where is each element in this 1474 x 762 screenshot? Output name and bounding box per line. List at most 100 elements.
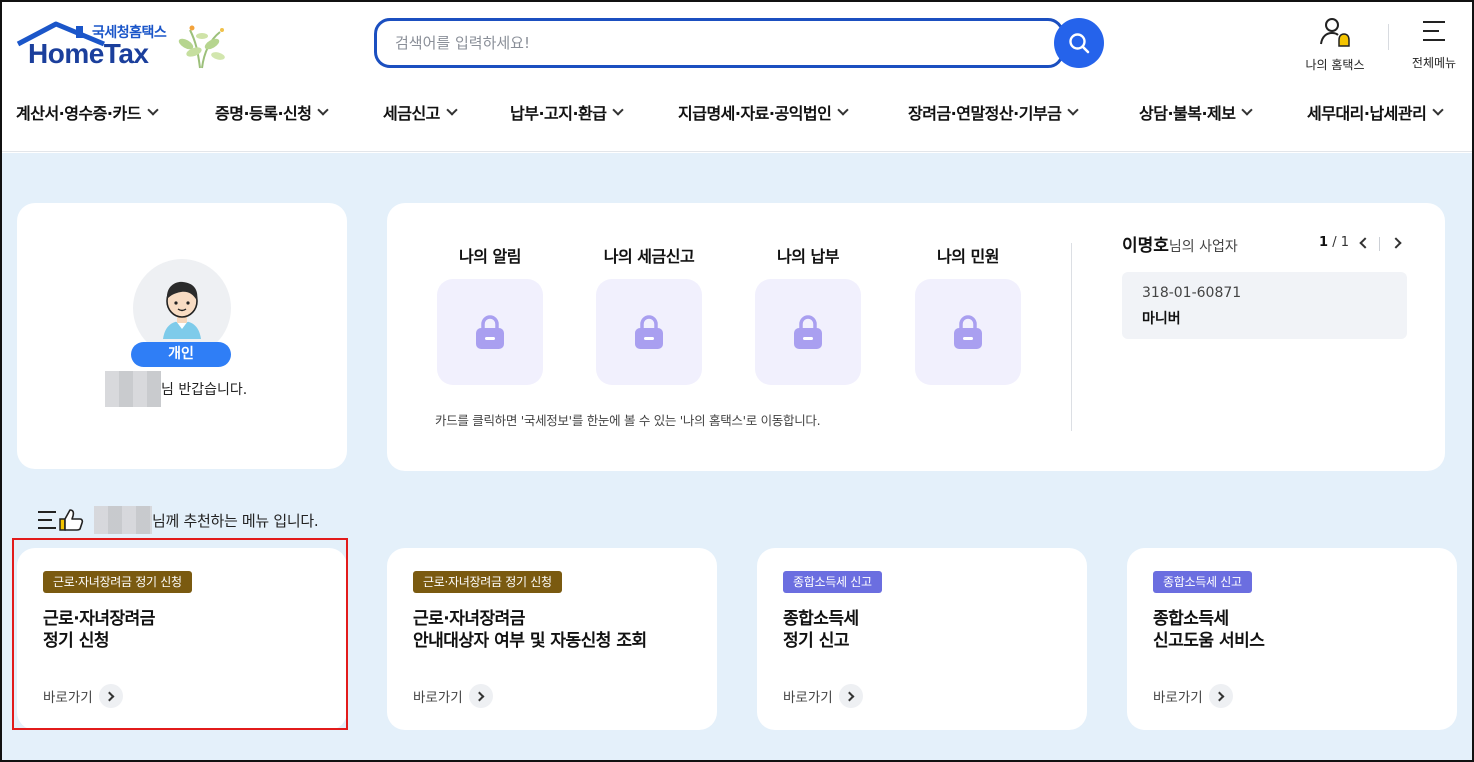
status-box[interactable] bbox=[915, 279, 1021, 385]
main-content: 개인 님 반갑습니다. 나의 알림 나의 세금신고 나의 납부 나의 민원 카드… bbox=[2, 153, 1472, 760]
plant-decoration-icon bbox=[178, 25, 225, 69]
prev-page-button[interactable] bbox=[1353, 233, 1373, 253]
chevron-right-icon bbox=[98, 684, 123, 708]
recommend-heading: 님께 추천하는 메뉴 입니다. bbox=[36, 505, 319, 535]
shortcut-link[interactable]: 바로가기 bbox=[43, 684, 123, 708]
recommend-tag: 근로·자녀장려금 정기 신청 bbox=[413, 571, 562, 593]
all-menu-button[interactable]: 전체메뉴 bbox=[1404, 16, 1464, 71]
shortcut-link[interactable]: 바로가기 bbox=[1153, 684, 1233, 708]
search-icon bbox=[1069, 33, 1090, 54]
nav-label: 상담·불복·제보 bbox=[1139, 104, 1236, 123]
lock-icon bbox=[635, 315, 663, 349]
status-title: 나의 납부 bbox=[777, 247, 839, 266]
recommend-tag: 종합소득세 신고 bbox=[1153, 571, 1252, 593]
hamburger-menu-icon bbox=[1423, 21, 1445, 41]
shortcut-label: 바로가기 bbox=[43, 690, 93, 706]
chevron-right-icon bbox=[838, 684, 863, 708]
shortcut-label: 바로가기 bbox=[413, 690, 463, 706]
profile-card: 개인 님 반갑습니다. bbox=[17, 203, 347, 469]
chevron-down-icon bbox=[446, 104, 458, 116]
business-pagination: 1 / 1 bbox=[1319, 235, 1349, 250]
shortcut-link[interactable]: 바로가기 bbox=[413, 684, 493, 708]
pagination-divider bbox=[1379, 237, 1380, 251]
my-hometax-button[interactable]: 나의 홈택스 bbox=[1300, 16, 1370, 73]
nav-item-payment-refund[interactable]: 납부·고지·환급 bbox=[510, 100, 625, 124]
chevron-down-icon bbox=[612, 104, 625, 116]
chevron-left-icon bbox=[1358, 237, 1371, 249]
site-header: 국세청홈택스 HomeTax 나의 홈택스 bbox=[2, 2, 1472, 152]
status-divider bbox=[1071, 243, 1072, 431]
recommend-tag: 근로·자녀장려금 정기 신청 bbox=[43, 571, 192, 593]
status-box[interactable] bbox=[755, 279, 861, 385]
search-button[interactable] bbox=[1054, 18, 1104, 68]
status-title: 나의 세금신고 bbox=[603, 247, 695, 266]
recommend-title-line2: 정기 신고 bbox=[783, 631, 849, 651]
nav-label: 세금신고 bbox=[383, 104, 440, 123]
chevron-right-icon bbox=[1389, 237, 1402, 249]
nav-label: 계산서·영수증·카드 bbox=[16, 104, 141, 123]
shortcut-link[interactable]: 바로가기 bbox=[783, 684, 863, 708]
business-registration-number: 318-01-60871 bbox=[1142, 285, 1242, 301]
chevron-down-icon bbox=[1067, 104, 1080, 116]
page-current: 1 bbox=[1319, 235, 1329, 250]
business-owner-name: 이명호 bbox=[1122, 236, 1169, 256]
recommend-tag: 종합소득세 신고 bbox=[783, 571, 882, 593]
shortcut-label: 바로가기 bbox=[1153, 690, 1203, 706]
status-box[interactable] bbox=[596, 279, 702, 385]
chevron-down-icon bbox=[837, 104, 850, 116]
nav-label: 지급명세·자료·공익법인 bbox=[678, 104, 832, 123]
nav-label: 증명·등록·신청 bbox=[215, 104, 312, 123]
logo-english-text: HomeTax bbox=[28, 38, 149, 69]
lock-icon bbox=[476, 315, 504, 349]
nav-label: 세무대리·납세관리 bbox=[1307, 104, 1427, 123]
shortcut-label: 바로가기 bbox=[783, 690, 833, 706]
redacted-username bbox=[105, 371, 161, 407]
status-item-alerts[interactable]: 나의 알림 bbox=[425, 243, 555, 385]
page-total: / 1 bbox=[1332, 235, 1349, 250]
status-box[interactable] bbox=[437, 279, 543, 385]
status-item-payments[interactable]: 나의 납부 bbox=[743, 243, 873, 385]
my-status-card: 나의 알림 나의 세금신고 나의 납부 나의 민원 카드를 클릭하면 '국세정보… bbox=[387, 203, 1445, 471]
thumbs-up-list-icon bbox=[38, 509, 84, 531]
lock-icon bbox=[794, 315, 822, 349]
search-input[interactable] bbox=[395, 30, 995, 56]
nav-item-invoice-receipt-card[interactable]: 계산서·영수증·카드 bbox=[16, 100, 159, 124]
nav-item-incentive-yearend[interactable]: 장려금·연말정산·기부금 bbox=[908, 100, 1080, 124]
nav-item-consult-appeal[interactable]: 상담·불복·제보 bbox=[1139, 100, 1254, 124]
user-bell-icon bbox=[1320, 18, 1350, 47]
recommend-card-income-tax-return[interactable]: 종합소득세 신고 종합소득세 정기 신고 바로가기 bbox=[757, 548, 1087, 730]
hometax-logo[interactable]: 국세청홈택스 HomeTax bbox=[16, 18, 236, 74]
recommend-card-incentive-lookup[interactable]: 근로·자녀장려금 정기 신청 근로·자녀장려금 안내대상자 여부 및 자동신청 … bbox=[387, 548, 717, 730]
status-title: 나의 알림 bbox=[459, 247, 521, 266]
header-divider bbox=[1388, 24, 1389, 50]
chevron-down-icon bbox=[1241, 104, 1254, 116]
nav-item-tax-return[interactable]: 세금신고 bbox=[383, 100, 458, 124]
nav-label: 장려금·연말정산·기부금 bbox=[908, 104, 1062, 123]
recommend-title-line2: 신고도움 서비스 bbox=[1153, 631, 1265, 651]
next-page-button[interactable] bbox=[1387, 233, 1407, 253]
chevron-down-icon bbox=[1432, 104, 1445, 116]
status-item-tax-returns[interactable]: 나의 세금신고 bbox=[584, 243, 714, 385]
search-box bbox=[374, 18, 1064, 68]
nav-label: 납부·고지·환급 bbox=[510, 104, 607, 123]
chevron-right-icon bbox=[468, 684, 493, 708]
redacted-username bbox=[94, 506, 152, 534]
business-name: 마니버 bbox=[1142, 311, 1181, 327]
business-item[interactable]: 318-01-60871 마니버 bbox=[1122, 272, 1407, 339]
nav-item-payment-statement[interactable]: 지급명세·자료·공익법인 bbox=[678, 100, 850, 124]
nav-item-tax-agent[interactable]: 세무대리·납세관리 bbox=[1307, 100, 1445, 124]
recommend-card-incentive-apply[interactable]: 근로·자녀장려금 정기 신청 근로·자녀장려금 정기 신청 바로가기 bbox=[17, 548, 347, 730]
lock-icon bbox=[954, 315, 982, 349]
recommend-card-income-tax-help[interactable]: 종합소득세 신고 종합소득세 신고도움 서비스 바로가기 bbox=[1127, 548, 1457, 730]
recommend-title-line2: 안내대상자 여부 및 자동신청 조회 bbox=[413, 631, 647, 651]
my-hometax-label: 나의 홈택스 bbox=[1305, 58, 1365, 72]
status-note: 카드를 클릭하면 '국세정보'를 한눈에 볼 수 있는 '나의 홈택스'로 이동… bbox=[435, 413, 821, 428]
all-menu-label: 전체메뉴 bbox=[1411, 56, 1457, 70]
greeting-text: 님 반갑습니다. bbox=[105, 371, 325, 407]
nav-item-certificate-registration[interactable]: 증명·등록·신청 bbox=[215, 100, 330, 124]
recommend-heading-text: 님께 추천하는 메뉴 입니다. bbox=[152, 511, 319, 530]
status-item-civil-petitions[interactable]: 나의 민원 bbox=[903, 243, 1033, 385]
chevron-down-icon bbox=[317, 104, 330, 116]
business-owner-heading: 이명호님의 사업자 bbox=[1122, 231, 1238, 256]
business-owner-suffix: 님의 사업자 bbox=[1168, 239, 1238, 255]
